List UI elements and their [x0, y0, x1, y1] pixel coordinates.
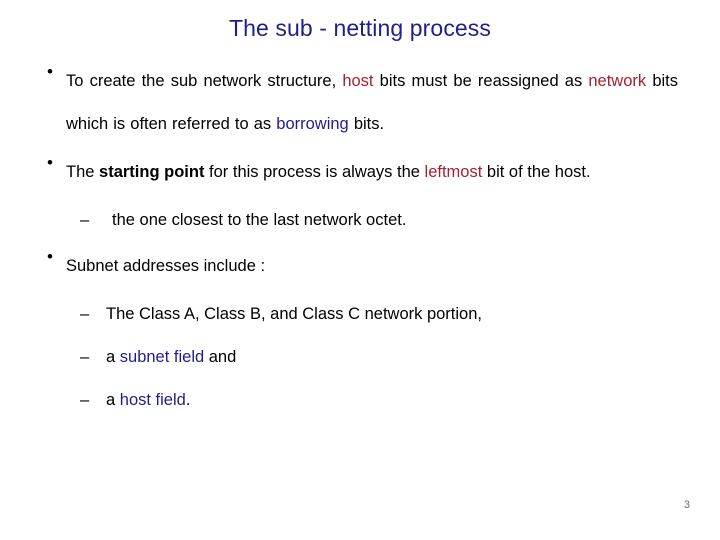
sub-3-seg-subnet-field: subnet field: [119, 348, 205, 366]
bullet-1-seg-2: bits must be reassigned as: [373, 72, 589, 90]
slide: The sub - netting process • To create th…: [0, 0, 720, 540]
sub-bullet-item-1: – the one closest to the last network oc…: [42, 199, 678, 242]
bullet-1-seg-network: network: [588, 72, 647, 90]
bullet-1-seg-host: host: [342, 72, 374, 90]
sub-bullet-item-2-text: The Class A, Class B, and Class C networ…: [106, 293, 678, 336]
page-title: The sub - netting process: [228, 15, 492, 41]
slide-body: • To create the sub network structure, h…: [42, 60, 678, 422]
bullet-1-seg-borrowing: borrowing: [276, 115, 349, 133]
bullet-marker-icon: •: [47, 247, 53, 266]
sub-bullet-item-4-text: a host field.: [106, 379, 678, 422]
bullet-2-seg-4: bit of the host.: [482, 163, 591, 181]
sub-bullet-marker-icon: –: [80, 211, 90, 229]
sub-4-seg-0: a: [106, 391, 120, 409]
sub-2-seg-0: The Class A, Class B, and Class C networ…: [106, 305, 482, 323]
sub-4-seg-host-field: host field: [119, 391, 186, 409]
sub-bullet-item-3-text: a subnet field and: [106, 336, 678, 379]
bullet-item-1-text: To create the sub network structure, hos…: [66, 60, 678, 146]
bullet-marker-icon: •: [47, 153, 53, 172]
sub-4-seg-2: .: [185, 391, 191, 409]
sub-bullet-item-2: – The Class A, Class B, and Class C netw…: [42, 293, 678, 336]
bullet-2-seg-starting-point: starting point: [99, 163, 205, 181]
sub-1-seg-0: the one closest to the last network octe…: [112, 211, 407, 229]
sub-bullet-marker-icon: –: [80, 305, 90, 323]
sub-bullet-marker-icon: –: [80, 391, 90, 409]
bullet-2-seg-0: The: [66, 163, 100, 181]
bullet-item-2-text: The starting point for this process is a…: [66, 151, 678, 194]
bullet-item-1: • To create the sub network structure, h…: [42, 60, 678, 146]
sub-3-seg-2: and: [204, 348, 237, 366]
bullet-1-seg-0: To create the sub network structure,: [66, 72, 343, 90]
sub-bullet-item-4: – a host field.: [42, 379, 678, 422]
sub-bullet-item-1-text: the one closest to the last network octe…: [112, 199, 678, 242]
page-number: 3: [683, 499, 690, 511]
bullet-item-3-text: Subnet addresses include :: [66, 245, 678, 288]
bullet-2-seg-2: for this process is always the: [204, 163, 425, 181]
bullet-3-seg-0: Subnet addresses include :: [66, 257, 266, 275]
bullet-1-seg-6: bits.: [348, 115, 385, 133]
sub-bullet-marker-icon: –: [80, 348, 90, 366]
bullet-item-2: • The starting point for this process is…: [42, 151, 678, 194]
sub-3-seg-0: a: [106, 348, 120, 366]
bullet-item-3: • Subnet addresses include :: [42, 245, 678, 288]
bullet-marker-icon: •: [47, 62, 53, 81]
bullet-2-seg-leftmost: leftmost: [424, 163, 483, 181]
sub-bullet-item-3: – a subnet field and: [42, 336, 678, 379]
